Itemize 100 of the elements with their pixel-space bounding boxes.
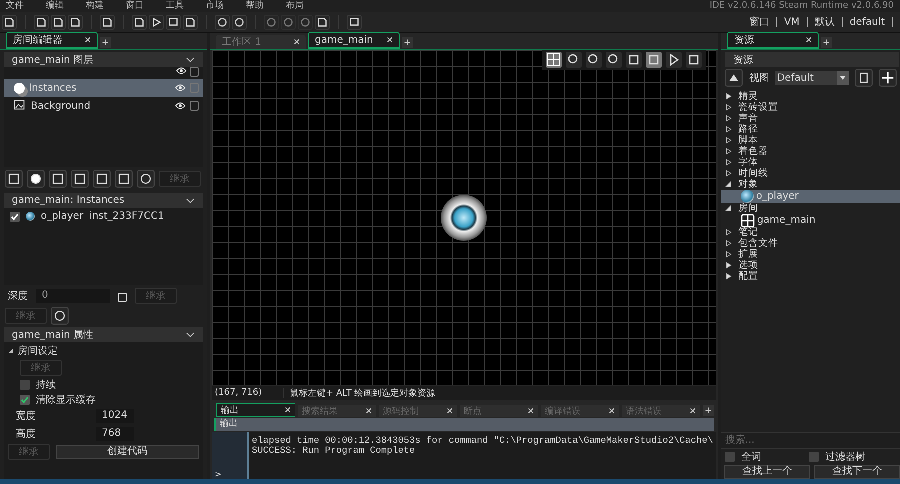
checkbox[interactable]: [20, 380, 30, 390]
tree-folder[interactable]: 配置: [738, 270, 758, 283]
checkbox[interactable]: [20, 394, 30, 404]
output-header: 输出: [214, 418, 714, 431]
tree-folder[interactable]: 选项: [738, 259, 758, 272]
tree-folder[interactable]: 包含文件: [738, 237, 778, 250]
eye-icon[interactable]: [176, 67, 187, 75]
menu-item[interactable]: 编辑: [46, 0, 64, 12]
add-tab-icon[interactable]: [821, 37, 832, 48]
expand-arrow-icon[interactable]: [725, 205, 732, 212]
chevron-down-icon[interactable]: [186, 198, 195, 204]
console-prompt: >: [215, 470, 222, 479]
search-field[interactable]: 搜索...: [721, 432, 900, 449]
expand-arrow-icon[interactable]: [725, 181, 732, 188]
window-title: IDE v2.0.6.146 Steam Runtime v2.0.6.90: [710, 0, 894, 12]
find-button[interactable]: 查找下一个: [814, 465, 900, 479]
tree-folder[interactable]: 笔记: [738, 226, 758, 239]
grid-icon[interactable]: [546, 52, 562, 68]
number-field[interactable]: 768: [96, 427, 134, 441]
layout-link[interactable]: VM: [784, 16, 800, 28]
expand-arrow-icon[interactable]: [725, 115, 732, 122]
layout-link[interactable]: default: [850, 16, 885, 28]
add-tab-icon[interactable]: [402, 37, 413, 48]
tree-item[interactable]: game_main: [721, 214, 900, 227]
panel-tab[interactable]: 资源: [727, 32, 820, 49]
checkbox-label: 过滤器树: [825, 450, 866, 464]
new-file-icon[interactable]: [34, 14, 49, 30]
menu-item[interactable]: 帮助: [246, 0, 264, 12]
player-sprite[interactable]: [441, 194, 488, 240]
checkbox-label: 清除显示缓存: [36, 394, 96, 406]
caret-icon[interactable]: [837, 71, 850, 85]
number-field[interactable]: 1024: [96, 409, 134, 423]
room-icon: [741, 214, 756, 228]
eye-icon[interactable]: [175, 102, 186, 110]
copy-icon[interactable]: [855, 69, 874, 87]
checkbox[interactable]: [809, 452, 820, 462]
tree-folder[interactable]: 扩展: [738, 248, 758, 261]
tree-folder[interactable]: 路径: [738, 123, 758, 136]
image-icon[interactable]: [5, 170, 23, 188]
menu-item[interactable]: 市场: [206, 0, 224, 12]
checkbox[interactable]: [725, 452, 736, 462]
expanded-arrow-icon[interactable]: [8, 348, 14, 354]
checkbox[interactable]: [10, 212, 20, 222]
tree-folder[interactable]: 房间: [738, 202, 758, 215]
menu-item[interactable]: 构建: [86, 0, 104, 12]
menu-item[interactable]: 窗口: [126, 0, 144, 12]
tree-folder[interactable]: 脚本: [738, 134, 758, 147]
console-line: elapsed time 00:00:12.3843053s for command "C:\ProgramData\GameMakerStudio2\Cache\: [252, 436, 714, 446]
tree-folder[interactable]: 对象: [738, 178, 758, 191]
expand-arrow-icon[interactable]: [725, 148, 732, 155]
menu-item[interactable]: 工具: [166, 0, 184, 12]
expand-arrow-icon[interactable]: [725, 104, 732, 111]
menu-item[interactable]: 文件: [6, 0, 24, 12]
tree-folder[interactable]: 精灵: [738, 90, 758, 103]
tree-item[interactable]: o_player: [721, 190, 900, 203]
depth-field[interactable]: 0: [36, 289, 110, 303]
monitor-icon[interactable]: [347, 14, 362, 30]
chevron-down-icon[interactable]: [186, 56, 195, 62]
square-icon[interactable]: [646, 52, 662, 68]
add-tab-icon[interactable]: [100, 37, 111, 48]
view-dropdown[interactable]: Default: [775, 71, 850, 85]
console-line: SUCCESS: Run Program Complete: [252, 446, 416, 456]
stop-icon[interactable]: [166, 14, 181, 30]
layout-link[interactable]: 窗口: [749, 15, 770, 29]
expand-arrow-icon[interactable]: [725, 126, 732, 133]
expand-arrow-icon[interactable]: [725, 273, 732, 280]
editor-tab[interactable]: game_main: [308, 32, 400, 49]
expand-arrow-icon[interactable]: [725, 170, 732, 177]
expand-arrow-icon[interactable]: [725, 262, 732, 269]
expand-arrow-icon[interactable]: [725, 229, 732, 236]
tree-folder[interactable]: 声音: [738, 112, 758, 125]
find-button[interactable]: 查找上一个: [724, 465, 810, 479]
image-icon: [14, 100, 27, 112]
up-icon[interactable]: [725, 69, 744, 87]
expand-arrow-icon[interactable]: [725, 137, 732, 144]
panel-tab[interactable]: 房间编辑器: [6, 32, 98, 49]
expand-arrow-icon[interactable]: [725, 251, 732, 258]
section-header[interactable]: 房间设定: [18, 344, 58, 358]
depth-label: 深度: [8, 290, 28, 303]
layer-row[interactable]: Background: [4, 97, 203, 115]
layout-link[interactable]: 默认: [814, 15, 835, 29]
play-icon[interactable]: [666, 52, 682, 68]
field-label: 高度: [15, 428, 37, 441]
tree-folder[interactable]: 着色器: [738, 145, 768, 158]
expand-arrow-icon[interactable]: [725, 93, 732, 100]
play-icon[interactable]: [149, 14, 164, 30]
create-code-button[interactable]: 创建代码: [56, 445, 199, 459]
view-label: 视图: [749, 72, 770, 85]
tree-folder[interactable]: 时间线: [738, 167, 768, 180]
menu-item[interactable]: 布局: [286, 0, 304, 12]
chevron-down-icon[interactable]: [186, 332, 195, 338]
output-tab[interactable]: 输出: [216, 403, 295, 417]
tree-folder[interactable]: 瓷砖设置: [738, 101, 778, 114]
expand-arrow-icon[interactable]: [725, 240, 732, 247]
add-tab-icon[interactable]: [703, 405, 714, 416]
checkbox-label: 全词: [741, 451, 762, 464]
instance-id: inst_233F7CC1: [90, 211, 164, 222]
orb-icon: [741, 190, 754, 203]
tree-folder[interactable]: 字体: [738, 156, 758, 169]
expand-arrow-icon[interactable]: [725, 159, 732, 166]
